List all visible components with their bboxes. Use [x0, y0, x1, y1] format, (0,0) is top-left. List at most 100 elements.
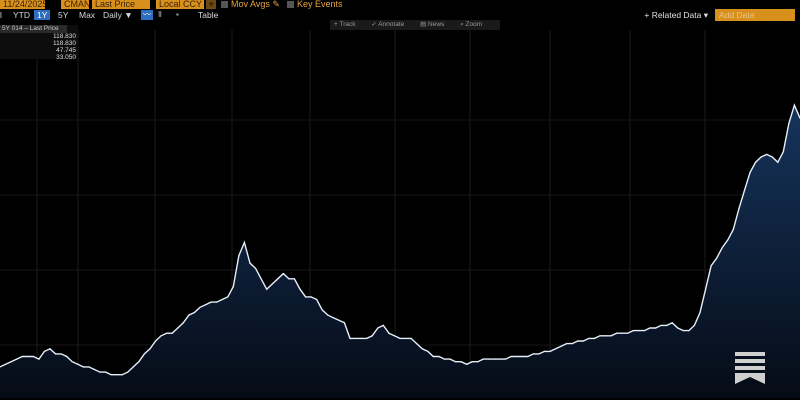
period-5y-button[interactable]: 5Y [58, 10, 68, 20]
chart-settings-icon[interactable]: ▪ [176, 10, 179, 20]
price-point-26 [143, 353, 145, 355]
price-point-78 [432, 355, 434, 358]
price-point-86 [477, 361, 479, 363]
price-point-18 [99, 371, 101, 373]
price-point-132 [732, 228, 734, 231]
price-point-111 [616, 332, 618, 334]
add-data-input[interactable]: Add Data [715, 9, 795, 21]
price-point-131 [727, 239, 729, 241]
price-point-28 [155, 340, 157, 342]
mov-avgs-toggle[interactable]: Mov Avgs ✎ [221, 0, 280, 9]
price-point-3 [16, 358, 18, 360]
price-point-72 [399, 337, 401, 339]
ticker-field[interactable]: CMAN [61, 0, 89, 9]
price-point-30 [166, 332, 168, 334]
price-point-27 [149, 348, 151, 350]
price-point-22 [121, 374, 123, 376]
price-point-112 [621, 332, 623, 334]
annotate-tool[interactable]: ✓ Annotate [371, 21, 411, 28]
related-data-button[interactable]: + Related Data ▾ [644, 10, 708, 20]
price-point-47 [260, 278, 262, 280]
price-point-70 [388, 332, 390, 334]
price-point-143 [793, 104, 796, 106]
price-point-83 [460, 361, 462, 363]
price-point-136 [755, 161, 757, 163]
price-point-107 [593, 337, 596, 339]
track-tool[interactable]: + Track [334, 21, 363, 28]
price-point-57 [316, 298, 318, 301]
mov-avgs-label: Mov Avgs [231, 0, 270, 9]
price-point-113 [627, 332, 629, 334]
price-point-90 [499, 358, 501, 360]
price-point-2 [10, 361, 12, 363]
price-point-110 [610, 335, 612, 337]
price-point-133 [738, 208, 740, 210]
zoom-tool[interactable]: ⌕ Zoom [460, 21, 489, 28]
terminal-logo-icon [735, 352, 765, 384]
price-point-128 [710, 265, 712, 267]
chart-tools-bar: + Track ✓ Annotate ▤ News ⌕ Zoom [330, 20, 501, 30]
price-point-140 [777, 161, 779, 163]
price-point-32 [177, 327, 179, 329]
price-point-97 [538, 353, 540, 355]
period-ytd-button[interactable]: YTD [13, 10, 30, 20]
price-point-8 [43, 350, 46, 352]
price-point-85 [471, 361, 473, 363]
news-tool[interactable]: ▤ News [420, 21, 451, 28]
checkbox-icon [221, 1, 228, 8]
chart-type-icon[interactable]: Ⅱ [158, 10, 162, 20]
chart-legend: 5Y 014 – Last Price 118.830 118.830 47.7… [0, 25, 78, 61]
line-chart-icon[interactable]: 〰 [141, 10, 153, 20]
price-point-36 [199, 306, 201, 308]
price-point-59 [327, 314, 329, 316]
price-point-116 [643, 330, 646, 332]
price-point-7 [38, 358, 40, 360]
price-point-109 [605, 335, 607, 337]
period-1y-button[interactable]: 1Y [34, 10, 51, 20]
price-point-58 [321, 309, 323, 311]
price-point-130 [721, 247, 723, 249]
price-point-55 [305, 296, 307, 298]
date-field[interactable]: 11/24/2025 [0, 0, 45, 9]
price-point-122 [677, 327, 679, 329]
price-point-66 [366, 337, 368, 339]
frequency-select[interactable]: Daily ▼ [103, 10, 133, 20]
price-point-121 [671, 322, 673, 324]
price-point-119 [660, 324, 662, 326]
price-point-114 [632, 330, 634, 332]
price-point-33 [182, 322, 184, 324]
key-events-toggle[interactable]: Key Events [287, 0, 343, 9]
price-point-5 [27, 355, 29, 358]
price-point-39 [216, 301, 218, 303]
price-point-92 [510, 355, 512, 358]
period-max-button[interactable]: Max [79, 10, 95, 20]
price-point-9 [49, 348, 51, 350]
price-point-120 [666, 324, 668, 326]
price-point-82 [455, 361, 457, 363]
currency-dropdown-icon[interactable]: ▾ [206, 0, 216, 9]
price-point-88 [488, 358, 490, 360]
price-point-137 [760, 156, 762, 158]
table-button[interactable]: Table [198, 10, 218, 20]
currency-select[interactable]: Local CCY [156, 0, 204, 9]
checkbox-icon [287, 1, 294, 8]
price-point-34 [188, 314, 190, 316]
price-field-select[interactable]: Last Price [92, 0, 150, 9]
price-point-60 [332, 317, 334, 319]
price-point-6 [32, 355, 34, 358]
price-chart[interactable] [0, 0, 800, 400]
price-point-38 [210, 301, 212, 303]
price-point-76 [421, 348, 423, 350]
price-point-67 [371, 335, 373, 337]
price-point-21 [116, 374, 118, 376]
period-1d-button[interactable]: l [0, 10, 2, 20]
price-point-35 [193, 311, 195, 314]
price-point-134 [743, 190, 746, 192]
price-point-141 [782, 151, 784, 153]
price-point-46 [255, 267, 257, 269]
price-point-40 [221, 298, 223, 301]
price-point-125 [693, 324, 696, 326]
price-point-101 [560, 345, 562, 347]
price-point-96 [532, 353, 534, 355]
pencil-icon[interactable]: ✎ [272, 0, 280, 9]
